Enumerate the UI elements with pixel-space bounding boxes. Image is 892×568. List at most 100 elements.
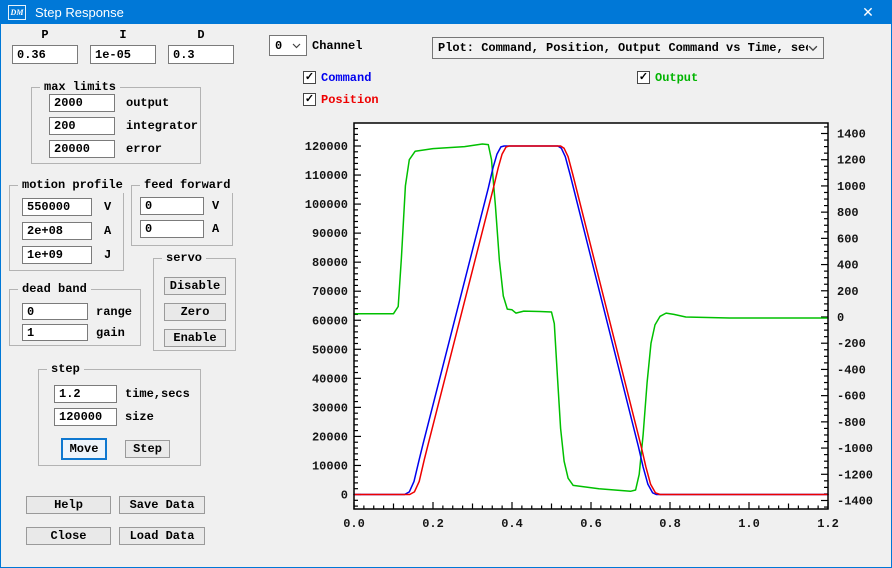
- output-checkbox-label: Output: [655, 71, 699, 85]
- profile-v-input[interactable]: [22, 198, 92, 216]
- d-input[interactable]: [168, 45, 234, 64]
- svg-text:20000: 20000: [312, 430, 348, 444]
- step-time-input[interactable]: [54, 385, 117, 403]
- i-input[interactable]: [90, 45, 156, 64]
- svg-text:1000: 1000: [837, 180, 866, 194]
- window-title: Step Response: [35, 5, 124, 20]
- svg-text:70000: 70000: [312, 285, 348, 299]
- svg-text:0.0: 0.0: [343, 517, 365, 531]
- dead-band-group: dead band range gain: [9, 282, 141, 346]
- output-checkbox[interactable]: ✓: [637, 71, 650, 84]
- step-size-input[interactable]: [54, 408, 117, 426]
- max-error-label: error: [126, 142, 163, 156]
- profile-j-input[interactable]: [22, 246, 92, 264]
- chevron-down-icon: [808, 45, 818, 51]
- max-limits-group: max limits output integrator error: [31, 80, 201, 164]
- profile-a-input[interactable]: [22, 222, 92, 240]
- ff-v-input[interactable]: [140, 197, 204, 215]
- deadband-range-input[interactable]: [22, 303, 88, 320]
- channel-label: Channel: [312, 39, 363, 53]
- command-checkbox-label: Command: [321, 71, 372, 85]
- app-icon: DM: [8, 5, 26, 20]
- feed-forward-title: feed forward: [140, 178, 235, 193]
- deadband-gain-input[interactable]: [22, 324, 88, 341]
- titlebar: DM Step Response ✕: [1, 1, 891, 24]
- svg-text:60000: 60000: [312, 314, 348, 328]
- servo-group: servo Disable Zero Enable: [153, 251, 236, 351]
- position-checkbox-label: Position: [321, 93, 379, 107]
- deadband-gain-label: gain: [96, 326, 125, 340]
- svg-text:-1000: -1000: [837, 442, 873, 456]
- servo-title: servo: [162, 251, 207, 266]
- svg-text:100000: 100000: [305, 198, 348, 212]
- svg-text:400: 400: [837, 259, 859, 273]
- svg-text:0.2: 0.2: [422, 517, 444, 531]
- svg-text:30000: 30000: [312, 401, 348, 415]
- max-output-input[interactable]: [49, 94, 115, 112]
- svg-text:1.0: 1.0: [738, 517, 760, 531]
- svg-text:-200: -200: [837, 337, 866, 351]
- svg-text:0.4: 0.4: [501, 517, 523, 531]
- step-group: step time,secs size Move Step: [38, 362, 201, 466]
- close-dialog-button[interactable]: Close: [26, 527, 111, 545]
- svg-text:-800: -800: [837, 416, 866, 430]
- svg-text:200: 200: [837, 285, 859, 299]
- p-input[interactable]: [12, 45, 78, 64]
- svg-text:50000: 50000: [312, 343, 348, 357]
- svg-text:110000: 110000: [305, 169, 348, 183]
- d-label: D: [197, 28, 205, 42]
- ff-a-input[interactable]: [140, 220, 204, 238]
- command-checkbox[interactable]: ✓: [303, 71, 316, 84]
- motion-profile-title: motion profile: [18, 178, 127, 193]
- svg-text:90000: 90000: [312, 227, 348, 241]
- close-button[interactable]: ✕: [845, 1, 891, 24]
- svg-text:-400: -400: [837, 363, 866, 377]
- svg-text:1400: 1400: [837, 128, 866, 142]
- ff-v-label: V: [212, 199, 220, 213]
- max-limits-title: max limits: [40, 80, 121, 95]
- profile-j-label: J: [104, 248, 112, 262]
- disable-button[interactable]: Disable: [164, 277, 226, 295]
- svg-text:-600: -600: [837, 390, 866, 404]
- profile-a-label: A: [104, 224, 112, 238]
- plot-select-value: Plot: Command, Position, Output Command …: [438, 41, 808, 55]
- feed-forward-group: feed forward V A: [131, 178, 235, 246]
- svg-text:0.6: 0.6: [580, 517, 602, 531]
- save-data-button[interactable]: Save Data: [119, 496, 205, 514]
- ff-a-label: A: [212, 222, 220, 236]
- dead-band-title: dead band: [18, 282, 91, 297]
- enable-button[interactable]: Enable: [164, 329, 226, 347]
- svg-text:80000: 80000: [312, 256, 348, 270]
- position-checkbox[interactable]: ✓: [303, 93, 316, 106]
- svg-text:800: 800: [837, 206, 859, 220]
- step-title: step: [47, 362, 84, 377]
- svg-text:-1200: -1200: [837, 468, 873, 482]
- svg-text:0: 0: [341, 489, 348, 503]
- close-icon: ✕: [862, 4, 874, 20]
- channel-select[interactable]: 0: [269, 35, 307, 56]
- max-error-input[interactable]: [49, 140, 115, 158]
- move-button[interactable]: Move: [61, 438, 107, 460]
- max-integrator-input[interactable]: [49, 117, 115, 135]
- plot-select[interactable]: Plot: Command, Position, Output Command …: [432, 37, 824, 59]
- max-output-label: output: [126, 96, 170, 110]
- max-integrator-label: integrator: [126, 119, 199, 133]
- check-icon: ✓: [638, 71, 649, 83]
- i-label: I: [119, 28, 127, 42]
- check-icon: ✓: [304, 93, 315, 105]
- chevron-down-icon: [292, 43, 301, 48]
- svg-text:1200: 1200: [837, 154, 866, 168]
- step-response-dialog: DM Step Response ✕ P I D 0 Channel Plot:…: [0, 0, 892, 568]
- help-button[interactable]: Help: [26, 496, 111, 514]
- step-size-label: size: [125, 410, 154, 424]
- svg-text:1.2: 1.2: [817, 517, 839, 531]
- zero-button[interactable]: Zero: [164, 303, 226, 321]
- step-response-plot: 0100002000030000400005000060000700008000…: [305, 122, 873, 531]
- motion-profile-group: motion profile V A J: [9, 178, 127, 271]
- profile-v-label: V: [104, 200, 112, 214]
- step-button[interactable]: Step: [125, 440, 170, 458]
- load-data-button[interactable]: Load Data: [119, 527, 205, 545]
- svg-text:10000: 10000: [312, 459, 348, 473]
- channel-value: 0: [275, 38, 283, 53]
- deadband-range-label: range: [96, 305, 133, 319]
